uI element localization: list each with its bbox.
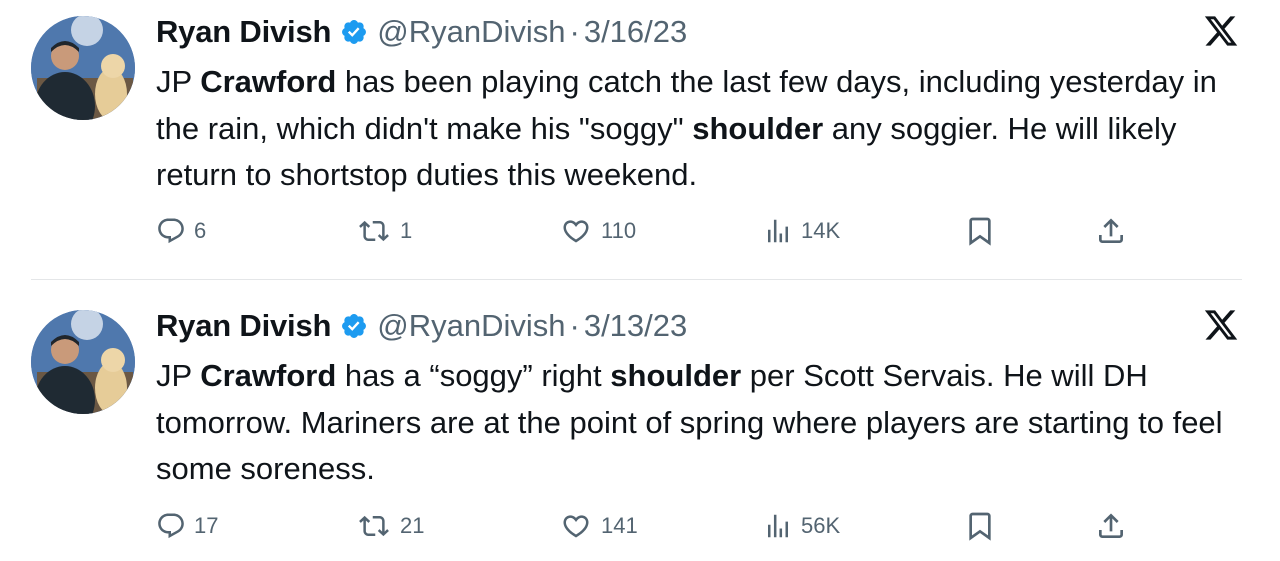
highlighted-term: Crawford bbox=[200, 64, 337, 99]
tweet-text: JP Crawford has a “soggy” right shoulder… bbox=[156, 353, 1246, 493]
highlighted-term: shoulder bbox=[692, 110, 824, 146]
verified-badge-icon bbox=[342, 314, 367, 338]
views-button[interactable]: 14K bbox=[763, 211, 840, 251]
tweet[interactable]: Ryan Divish @RyanDivish · 3/16/23 JP Cra… bbox=[0, 0, 1280, 280]
tweet-header: Ryan Divish @RyanDivish · 3/13/23 bbox=[156, 305, 687, 347]
reply-icon bbox=[158, 218, 184, 244]
reply-count: 6 bbox=[194, 218, 207, 243]
bookmark-icon bbox=[969, 217, 991, 246]
heart-icon bbox=[563, 220, 589, 243]
tweet-header: Ryan Divish @RyanDivish · 3/16/23 bbox=[156, 11, 687, 53]
retweet-button[interactable]: 21 bbox=[356, 506, 424, 546]
author-handle[interactable]: @RyanDivish bbox=[377, 14, 565, 50]
retweet-icon bbox=[359, 220, 389, 242]
views-button[interactable]: 56K bbox=[763, 506, 840, 546]
share-button[interactable] bbox=[1095, 211, 1127, 251]
retweet-count: 1 bbox=[400, 218, 413, 243]
retweet-button[interactable]: 1 bbox=[356, 211, 412, 251]
x-logo-icon bbox=[1204, 16, 1238, 46]
tweet-date[interactable]: 3/16/23 bbox=[584, 14, 687, 50]
bookmark-icon bbox=[969, 512, 991, 541]
share-icon bbox=[1099, 513, 1123, 538]
author-name[interactable]: Ryan Divish bbox=[156, 14, 331, 50]
share-button[interactable] bbox=[1095, 506, 1127, 546]
header-separator: · bbox=[569, 308, 580, 343]
retweet-icon bbox=[359, 515, 389, 537]
header-separator: · bbox=[569, 14, 580, 49]
bookmark-button[interactable] bbox=[964, 211, 996, 251]
heart-icon bbox=[563, 515, 589, 538]
retweet-count: 21 bbox=[400, 513, 425, 538]
action-bar: 17 21 141 56K bbox=[156, 506, 1156, 546]
views-icon bbox=[768, 514, 788, 538]
share-icon bbox=[1099, 218, 1123, 243]
text-segment: has a “soggy” right bbox=[336, 358, 611, 393]
like-count: 110 bbox=[601, 218, 637, 243]
text-segment: JP bbox=[156, 64, 201, 99]
reply-button[interactable]: 6 bbox=[156, 211, 206, 251]
tweet-text: JP Crawford has been playing catch the l… bbox=[156, 59, 1246, 199]
reply-icon bbox=[158, 513, 184, 539]
views-icon bbox=[768, 219, 788, 243]
author-name[interactable]: Ryan Divish bbox=[156, 308, 331, 344]
highlighted-term: shoulder bbox=[610, 358, 742, 393]
action-bar: 6 1 110 14K bbox=[156, 211, 1156, 251]
views-count: 14K bbox=[801, 218, 841, 243]
like-count: 141 bbox=[601, 513, 638, 538]
text-segment: JP bbox=[156, 358, 201, 393]
like-button[interactable]: 110 bbox=[559, 211, 636, 251]
highlighted-term: Crawford bbox=[200, 358, 337, 393]
tweet[interactable]: Ryan Divish @RyanDivish · 3/13/23 JP Cra… bbox=[0, 296, 1280, 561]
author-handle[interactable]: @RyanDivish bbox=[377, 308, 565, 344]
tweet-divider bbox=[31, 279, 1242, 280]
reply-count: 17 bbox=[194, 513, 219, 538]
avatar[interactable] bbox=[31, 16, 135, 120]
x-logo-icon bbox=[1204, 310, 1238, 340]
verified-badge-icon bbox=[342, 20, 367, 44]
avatar[interactable] bbox=[31, 310, 135, 414]
like-button[interactable]: 141 bbox=[559, 506, 638, 546]
tweet-date[interactable]: 3/13/23 bbox=[584, 308, 687, 344]
bookmark-button[interactable] bbox=[964, 506, 996, 546]
views-count: 56K bbox=[801, 513, 841, 538]
reply-button[interactable]: 17 bbox=[156, 506, 218, 546]
